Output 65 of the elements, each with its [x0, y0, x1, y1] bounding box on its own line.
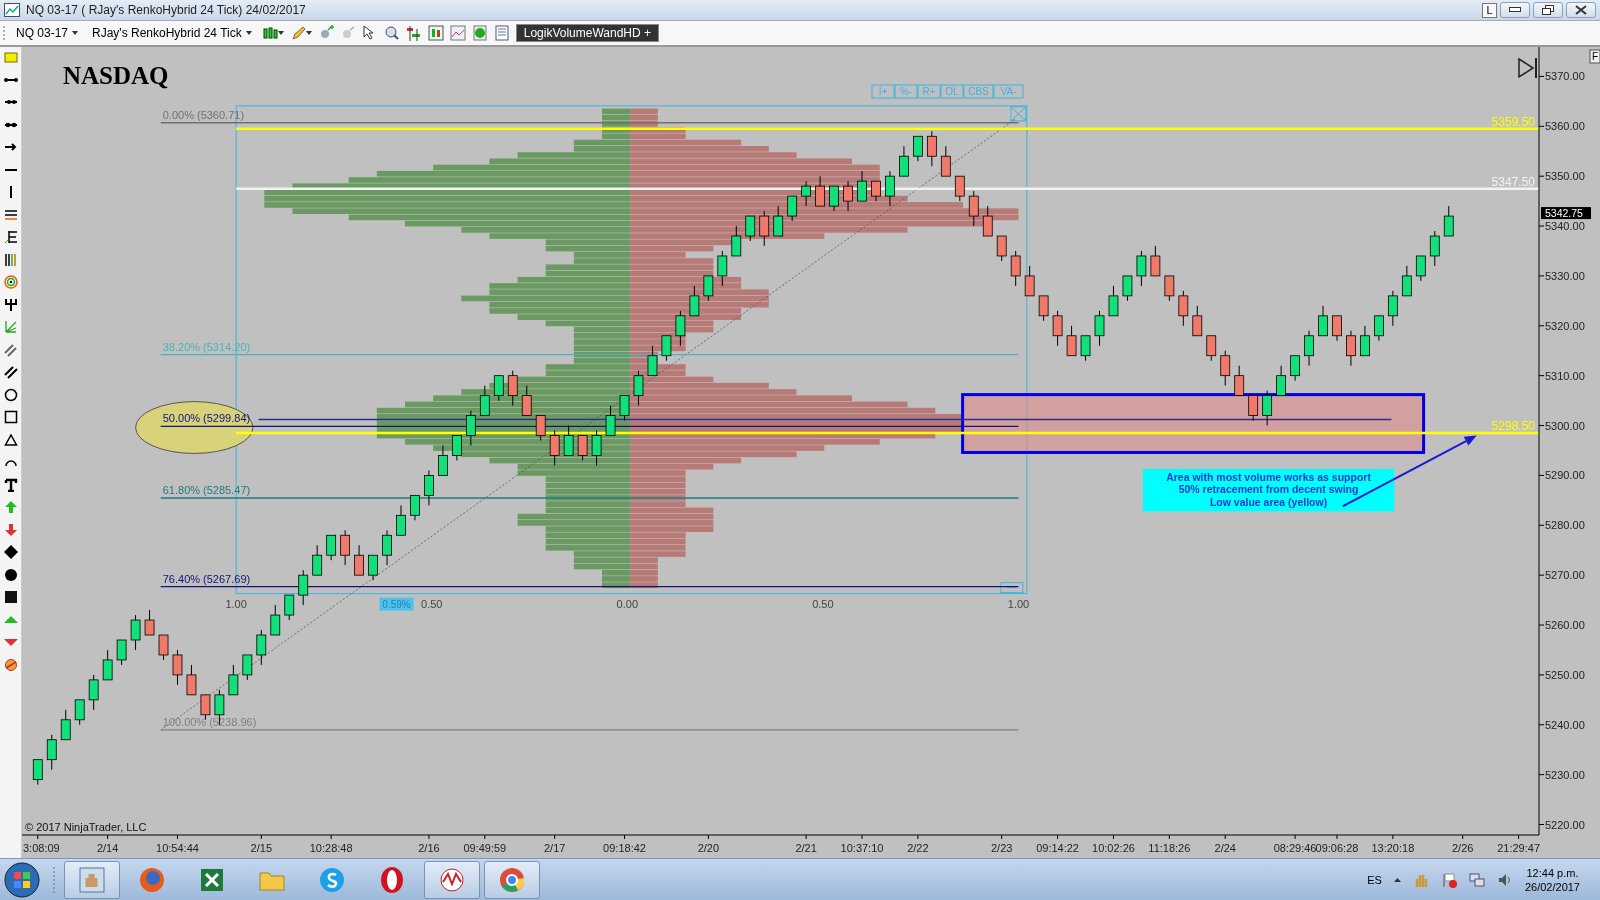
axis-label: 2/14: [96, 842, 119, 854]
window-title: NQ 03-17 ( RJay's RenkoHybrid 24 Tick) 24/02/2017: [26, 3, 307, 17]
axis-label: 5240.00: [1545, 718, 1585, 731]
axis-label: 5320.00: [1545, 319, 1585, 332]
scale-label: 1.00: [225, 597, 247, 610]
axis-label: 5340.00: [1545, 220, 1585, 233]
axis-label: 2/23: [991, 842, 1013, 854]
axis-label: 5290.00: [1545, 469, 1585, 482]
axis-label: 2/20: [697, 842, 720, 854]
axis-label: 11:18:26: [1148, 842, 1191, 854]
link-button[interactable]: L: [1482, 2, 1497, 18]
axis-label: 5270.00: [1545, 569, 1585, 582]
axis-label: 13:20:18: [1371, 842, 1415, 854]
clock-date[interactable]: 26/02/2017: [1524, 879, 1580, 894]
side-tab[interactable]: F: [1589, 49, 1600, 64]
chart-title: NASDAQ: [63, 62, 169, 89]
fibonacci-label: 50.00% (5299.84): [162, 412, 251, 425]
level-label: 5359.50: [1491, 114, 1535, 129]
note-text: 50% retracement from decent swing: [1178, 483, 1359, 496]
level-label: 5298.50: [1491, 419, 1535, 433]
axis-label: 2/24: [1214, 842, 1236, 854]
clock-time[interactable]: 12:44 p.m.: [1526, 865, 1579, 880]
axis-label: 5230.00: [1545, 768, 1585, 781]
axis-label: 2/26: [1452, 842, 1474, 854]
axis-label: 5330.00: [1545, 269, 1585, 282]
marker-badge: 0.59%: [379, 597, 414, 611]
axis-label: 2/22: [907, 842, 929, 854]
axis-label: 5250.00: [1545, 668, 1585, 681]
copyright-text: © 2017 NinjaTrader, LLC: [25, 821, 147, 833]
axis-label: 10:02:26: [1092, 842, 1135, 854]
axis-label: 5310.00: [1545, 369, 1585, 382]
axis-label: 5350.00: [1545, 170, 1585, 183]
axis-label: 09:18:42: [603, 842, 646, 854]
axis-label: 10:37:10: [840, 842, 884, 854]
scale-label: 0.50: [421, 597, 443, 610]
bar-type-dropdown[interactable]: RJay's RenkoHybrid 24 Tick: [88, 26, 256, 40]
axis-label: 10:54:44: [156, 842, 199, 854]
axis-label: 08:29:46: [1273, 842, 1317, 854]
axis-label: 2/16: [418, 842, 440, 854]
axis-label: 2/15: [250, 842, 272, 854]
axis-label: 2/21: [795, 842, 817, 854]
axis-label: 10:28:48: [309, 842, 353, 854]
last-price-badge: 5342.75: [1541, 207, 1591, 220]
axis-label: 21:29:47: [1497, 842, 1540, 854]
note-text: Area with most volume works as support: [1166, 470, 1371, 483]
axis-label: 5370.00: [1545, 70, 1585, 83]
axis-label: 09:49:59: [463, 842, 507, 854]
axis-label: 3:08:09: [23, 842, 60, 854]
axis-label: 5300.00: [1545, 419, 1585, 432]
axis-label: 2/17: [543, 842, 566, 854]
fibonacci-label: 76.40% (5267.69): [162, 572, 251, 585]
axis-label: 5260.00: [1545, 619, 1585, 632]
indicator-button[interactable]: LogikVolumeWandHD +: [515, 24, 659, 42]
language-indicator[interactable]: ES: [1367, 873, 1382, 886]
scale-label: 1.00: [1007, 597, 1030, 610]
scale-label: 0.00: [616, 597, 639, 610]
axis-label: 5220.00: [1545, 818, 1585, 831]
axis-label: 5280.00: [1545, 519, 1585, 532]
note-text: Low value area (yellow): [1209, 495, 1328, 508]
fibonacci-label: 61.80% (5285.47): [162, 484, 251, 496]
axis-label: 5360.00: [1545, 120, 1585, 133]
axis-label: 09:14:22: [1036, 842, 1079, 854]
scale-label: 0.50: [812, 597, 834, 610]
instrument-dropdown[interactable]: NQ 03-17: [12, 26, 83, 40]
axis-label: 09:06:28: [1315, 842, 1359, 854]
